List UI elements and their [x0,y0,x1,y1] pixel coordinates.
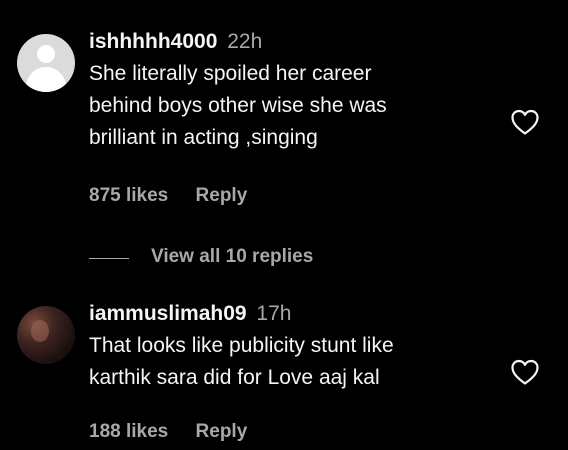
comment-text-line: behind boys other wise she was [89,94,387,117]
comment-header: ishhhhh4000 22h [89,28,499,56]
timestamp: 17h [256,302,292,325]
comment-text: That looks like publicity stunt like kar… [89,330,499,394]
default-avatar-icon[interactable] [17,34,75,92]
likes-count[interactable]: 875 likes [89,185,168,206]
view-replies-row[interactable]: View all 10 replies [0,244,568,274]
comment-text-line: brilliant in acting ,singing [89,126,318,149]
user-avatar[interactable] [17,306,75,364]
comment-content: ishhhhh4000 22h She literally spoiled he… [89,28,499,206]
comment-text: She literally spoiled her career behind … [89,58,499,154]
reply-button[interactable]: Reply [196,185,248,206]
comment-header: iammuslimah09 17h [89,300,499,328]
username[interactable]: ishhhhh4000 [89,30,217,53]
reply-button[interactable]: Reply [196,421,248,442]
comment-text-line: She literally spoiled her career [89,62,372,85]
comment-text-line: That looks like publicity stunt like [89,334,394,357]
comments-panel: ishhhhh4000 22h She literally spoiled he… [0,0,568,450]
replies-divider [89,258,129,259]
heart-icon[interactable] [510,108,540,136]
timestamp: 22h [227,30,263,53]
likes-count[interactable]: 188 likes [89,421,168,442]
comment-meta: 875 likes Reply [89,185,247,207]
username[interactable]: iammuslimah09 [89,302,247,325]
heart-icon[interactable] [510,358,540,386]
comment-content: iammuslimah09 17h That looks like public… [89,300,499,442]
view-replies-button[interactable]: View all 10 replies [151,246,313,268]
comment-text-line: karthik sara did for Love aaj kal [89,366,380,389]
comment-meta: 188 likes Reply [89,421,247,443]
